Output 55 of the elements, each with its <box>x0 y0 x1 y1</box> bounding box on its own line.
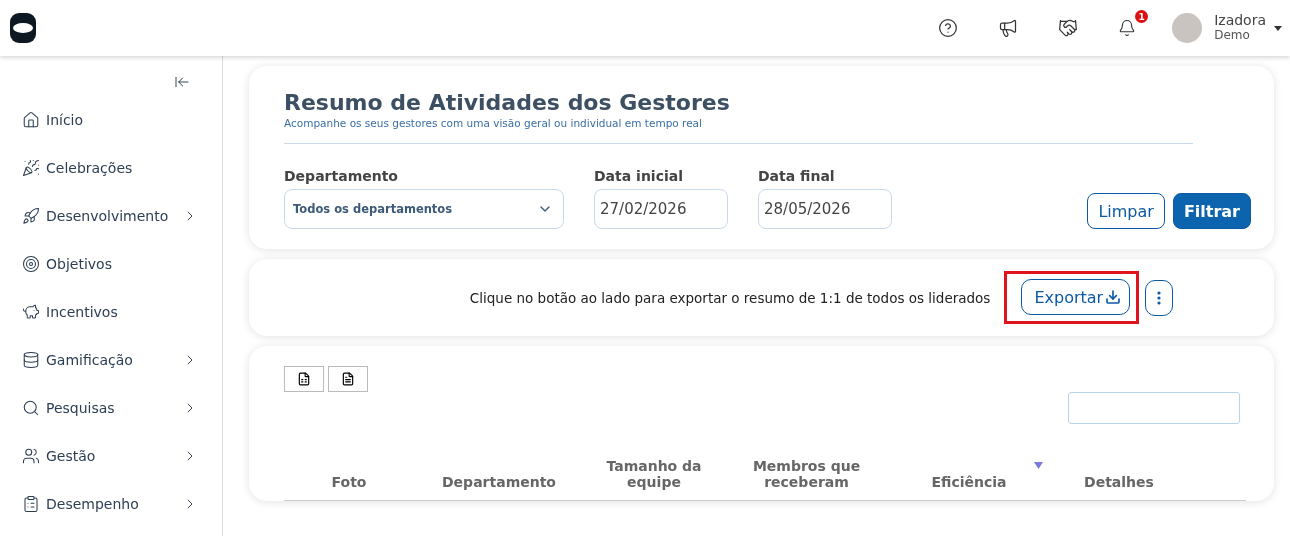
sort-icon <box>1034 462 1043 469</box>
field-label: Departamento <box>284 168 399 184</box>
export-hint: Clique no botão ao lado para exportar o resumo de 1:1 de todos os liderados <box>469 289 991 306</box>
caret-icon[interactable] <box>1274 25 1282 31</box>
filter-button[interactable]: Filtrar <box>1172 193 1251 229</box>
sidebar-item[interactable]: Gamificação <box>0 336 222 384</box>
column-header[interactable]: Foto <box>284 450 414 490</box>
column-header[interactable]: Membros que receberam <box>724 450 889 490</box>
date-field[interactable]: 27/02/2026 <box>594 189 728 229</box>
user-name: Izadora <box>1214 13 1266 28</box>
sidebar-item[interactable]: Desenvolvimento <box>0 192 222 240</box>
help-icon[interactable] <box>938 18 959 38</box>
page-subtitle: Acompanhe os seus gestores com uma visão geral ou individual em tempo real <box>284 117 703 129</box>
download-icon <box>1105 289 1122 305</box>
party-popper-icon <box>22 159 40 177</box>
sidebar-item[interactable]: Objetivos <box>0 240 222 288</box>
database-icon <box>22 351 40 369</box>
page-title: Resumo de Atividades dos Gestores <box>284 90 731 115</box>
spreadsheet-file-icon <box>297 372 311 386</box>
rocket-icon <box>22 207 40 225</box>
sidebar-item[interactable]: Pesquisas <box>0 384 222 432</box>
department-select[interactable]: Todos os departamentos <box>284 189 564 229</box>
sidebar-item[interactable]: Início <box>0 96 222 144</box>
column-header[interactable]: Departamento <box>414 450 584 490</box>
sidebar-item[interactable]: Gestão <box>0 432 222 480</box>
more-button[interactable] <box>1145 279 1174 316</box>
notification-badge: 1 <box>1135 10 1149 23</box>
pdf-export-button[interactable] <box>328 366 368 392</box>
column-header[interactable]: Detalhes <box>1049 450 1189 490</box>
sidebar-item[interactable]: Incentivos <box>0 288 222 336</box>
users-icon <box>22 447 40 465</box>
clipboard-icon <box>22 495 40 513</box>
field-label: Data inicial <box>594 168 684 184</box>
more-icon <box>1157 290 1162 305</box>
collapse-icon[interactable] <box>174 74 190 90</box>
bell-icon[interactable] <box>1118 19 1137 37</box>
sidebar-item[interactable]: Desempenho <box>0 480 222 528</box>
clear-button[interactable]: Limpar <box>1087 193 1165 229</box>
column-header[interactable]: Eficiência <box>889 450 1049 490</box>
excel-export-button[interactable] <box>284 366 324 392</box>
megaphone-icon[interactable] <box>998 18 1019 38</box>
user-role: Demo <box>1214 28 1251 43</box>
search-field[interactable] <box>1068 392 1240 424</box>
search-icon <box>22 399 40 417</box>
home-icon <box>22 111 40 129</box>
column-header[interactable]: Tamanho da equipe <box>584 450 724 490</box>
piggy-bank-icon <box>22 303 40 321</box>
handshake-icon[interactable] <box>1058 18 1079 38</box>
field-label: Data final <box>758 168 836 184</box>
export-button[interactable]: Exportar <box>1021 279 1131 315</box>
sidebar-item[interactable]: Celebrações <box>0 144 222 192</box>
document-file-icon <box>341 372 355 386</box>
date-field[interactable]: 28/05/2026 <box>758 189 892 229</box>
target-icon <box>22 255 40 273</box>
logo-icon <box>10 13 36 43</box>
